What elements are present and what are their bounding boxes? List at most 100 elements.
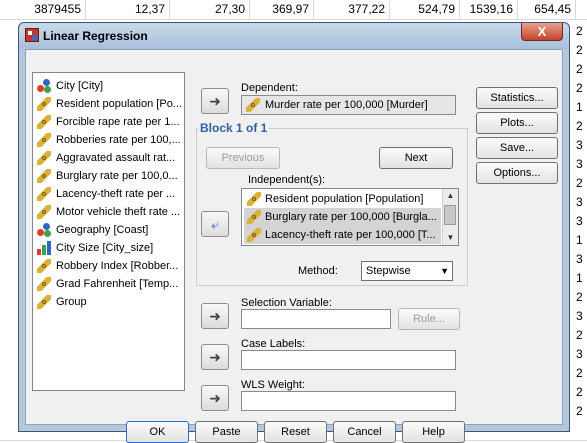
scale-icon — [37, 187, 51, 201]
variable-list-item[interactable]: Group — [37, 293, 183, 311]
scale-icon — [37, 205, 51, 219]
sheet-edge-cell[interactable]: 3 — [576, 250, 587, 269]
scroll-down-icon[interactable]: ▼ — [444, 231, 457, 245]
dialog-title: Linear Regression — [43, 29, 148, 43]
next-block-button[interactable]: Next — [379, 147, 453, 169]
plots-button[interactable]: Plots... — [476, 112, 558, 134]
variable-list-item[interactable]: Robbery Index [Robber... — [37, 257, 183, 275]
variable-list-item[interactable]: Robberies rate per 100,... — [37, 131, 183, 149]
variable-list-item[interactable]: City Size [City_size] — [37, 239, 183, 257]
variable-label: Robberies rate per 100,... — [56, 134, 181, 146]
move-to-case-labels-button[interactable]: ➜ — [201, 344, 229, 370]
sheet-cell[interactable]: 524,79 — [390, 0, 460, 19]
scale-icon — [37, 151, 51, 165]
sheet-edge-cell[interactable]: 2 — [576, 383, 587, 402]
sheet-top-row: 3879455 12,37 27,30 369,97 377,22 524,79… — [0, 0, 587, 20]
variable-label: Group — [56, 296, 87, 308]
save-button[interactable]: Save... — [476, 137, 558, 159]
scale-icon — [247, 192, 261, 206]
method-select[interactable]: Stepwise ▼ — [361, 261, 453, 281]
move-to-dependent-button[interactable]: ➜ — [201, 88, 229, 114]
variable-label: Geography [Coast] — [56, 224, 149, 236]
rule-button[interactable]: Rule... — [398, 308, 460, 330]
sheet-cell[interactable]: 377,22 — [314, 0, 390, 19]
sheet-edge-cell[interactable]: 3 — [576, 193, 587, 212]
sheet-edge-cell[interactable]: 3 — [576, 212, 587, 231]
sheet-cell[interactable]: 3879455 — [0, 0, 86, 19]
arrow-right-icon: ➜ — [209, 349, 221, 365]
sheet-edge-cell[interactable]: 2 — [576, 22, 587, 41]
statistics-button[interactable]: Statistics... — [476, 87, 558, 109]
method-value: Stepwise — [366, 265, 411, 277]
move-to-selection-variable-button[interactable]: ➜ — [201, 303, 229, 329]
variable-label: Motor vehicle theft rate ... — [56, 206, 181, 218]
move-to-wls-weight-button[interactable]: ➜ — [201, 385, 229, 411]
dependent-field[interactable]: Murder rate per 100,000 [Murder] — [241, 95, 456, 115]
sheet-edge-cell[interactable]: 3 — [576, 345, 587, 364]
list-item[interactable]: Resident population [Population] — [244, 190, 441, 208]
variable-list-item[interactable]: Geography [Coast] — [37, 221, 183, 239]
block-title: Block 1 of 1 — [198, 121, 270, 135]
variable-list-item[interactable]: City [City] — [37, 77, 183, 95]
variable-list-item[interactable]: Lacency-theft rate per ... — [37, 185, 183, 203]
close-button[interactable]: X — [521, 23, 563, 41]
sheet-edge-cell[interactable]: 1 — [576, 269, 587, 288]
sheet-edge-cell[interactable]: 2 — [576, 60, 587, 79]
method-label: Method: — [298, 265, 338, 277]
sheet-edge-cell[interactable]: 1 — [576, 231, 587, 250]
previous-block-button[interactable]: Previous — [206, 147, 280, 169]
sheet-cell[interactable]: 369,97 — [250, 0, 314, 19]
options-button[interactable]: Options... — [476, 162, 558, 184]
sheet-edge-cell[interactable]: 2 — [576, 326, 587, 345]
scale-icon — [37, 277, 51, 291]
sheet-edge-cell[interactable]: 3 — [576, 136, 587, 155]
independents-scrollbar[interactable]: ▲ ▼ — [442, 189, 458, 245]
selection-variable-label: Selection Variable: — [241, 297, 332, 309]
arrow-right-icon: ➜ — [209, 93, 221, 109]
sheet-cell[interactable]: 1539,16 — [460, 0, 518, 19]
scroll-thumb[interactable] — [444, 205, 456, 225]
variable-label: City [City] — [56, 80, 104, 92]
sheet-edge-cell[interactable]: 2 — [576, 174, 587, 193]
variable-list[interactable]: City [City] Resident population [Po... For… — [32, 72, 185, 391]
title-bar[interactable]: Linear Regression X — [19, 23, 569, 49]
scale-icon — [247, 210, 261, 224]
variable-list-item[interactable]: Aggravated assault rat... — [37, 149, 183, 167]
move-to-independents-button[interactable]: ⤶ — [201, 211, 229, 237]
sheet-edge-cell[interactable]: 2 — [576, 288, 587, 307]
variable-list-item[interactable]: Burglary rate per 100,0... — [37, 167, 183, 185]
sheet-cell[interactable]: 27,30 — [170, 0, 250, 19]
variable-list-item[interactable]: Resident population [Po... — [37, 95, 183, 113]
scale-icon — [37, 169, 51, 183]
nominal-icon — [37, 79, 51, 93]
sheet-edge-cell[interactable]: 2 — [576, 364, 587, 383]
variable-list-item[interactable]: Forcible rape rate per 1... — [37, 113, 183, 131]
list-item[interactable]: Burglary rate per 100,000 [Burgla... — [244, 208, 441, 226]
variable-label: Grad Fahrenheit [Temp... — [56, 278, 179, 290]
scale-icon — [247, 228, 261, 242]
wls-weight-label: WLS Weight: — [241, 379, 305, 391]
selection-variable-field[interactable] — [241, 309, 391, 329]
variable-label: Robbery Index [Robber... — [56, 260, 179, 272]
sheet-edge-cell[interactable]: 2 — [576, 117, 587, 136]
list-item-label: Lacency-theft rate per 100,000 [T... — [265, 229, 436, 241]
independents-list[interactable]: Resident population [Population] Burglar… — [241, 188, 459, 246]
scale-icon — [37, 259, 51, 273]
variable-list-item[interactable]: Motor vehicle theft rate ... — [37, 203, 183, 221]
case-labels-field[interactable] — [241, 350, 456, 370]
sheet-edge-cell[interactable]: 1 — [576, 98, 587, 117]
dependent-value: Murder rate per 100,000 [Murder] — [265, 99, 428, 111]
sheet-cell[interactable]: 12,37 — [86, 0, 170, 19]
variable-label: Lacency-theft rate per ... — [56, 188, 176, 200]
scroll-up-icon[interactable]: ▲ — [444, 189, 457, 203]
sheet-edge-cell[interactable]: 2 — [576, 79, 587, 98]
variable-list-item[interactable]: Grad Fahrenheit [Temp... — [37, 275, 183, 293]
wls-weight-field[interactable] — [241, 391, 456, 411]
sheet-edge-cell[interactable]: 3 — [576, 307, 587, 326]
list-item[interactable]: Lacency-theft rate per 100,000 [T... — [244, 226, 441, 244]
list-item-label: Burglary rate per 100,000 [Burgla... — [265, 211, 437, 223]
sheet-edge-cell[interactable]: 3 — [576, 155, 587, 174]
sheet-cell[interactable]: 654,45 — [518, 0, 576, 19]
sheet-edge-cell[interactable]: 2 — [576, 402, 587, 421]
sheet-edge-cell[interactable]: 2 — [576, 41, 587, 60]
